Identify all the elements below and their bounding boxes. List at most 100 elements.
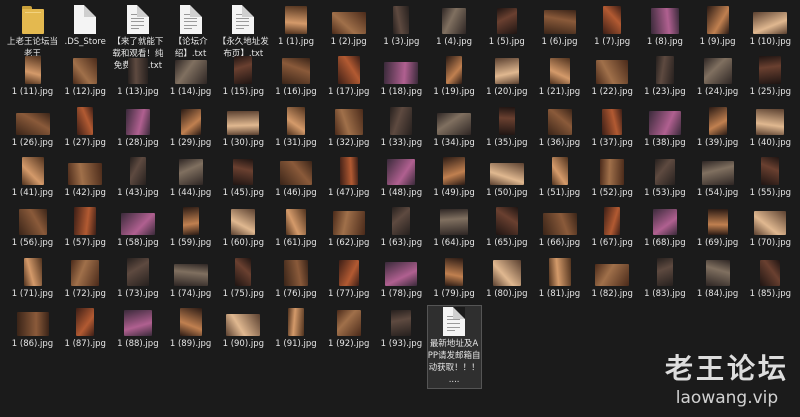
image-file-item[interactable]: 1 (56).jpg bbox=[6, 205, 59, 251]
image-file-item[interactable]: 1 (54).jpg bbox=[691, 155, 744, 201]
image-file-item[interactable]: 1 (53).jpg bbox=[638, 155, 691, 201]
image-file-item[interactable]: 1 (5).jpg bbox=[480, 4, 533, 50]
image-file-item[interactable]: 1 (34).jpg bbox=[428, 105, 481, 151]
image-file-item[interactable]: 1 (90).jpg bbox=[217, 306, 270, 352]
image-file-item[interactable]: 1 (12).jpg bbox=[59, 54, 112, 100]
image-file-item[interactable]: 1 (3).jpg bbox=[375, 4, 428, 50]
image-file-item[interactable]: 1 (36).jpg bbox=[533, 105, 586, 151]
image-file-item[interactable]: 1 (38).jpg bbox=[638, 105, 691, 151]
image-file-item[interactable]: 1 (84).jpg bbox=[691, 256, 744, 302]
image-file-item[interactable]: 1 (10).jpg bbox=[744, 4, 797, 50]
file-item[interactable]: 【来了就能下载和观看！纯免费！】.txt bbox=[111, 4, 164, 71]
image-file-item[interactable]: 1 (16).jpg bbox=[270, 54, 323, 100]
file-name-label: 1 (40).jpg bbox=[749, 137, 791, 148]
image-file-item[interactable]: 1 (88).jpg bbox=[111, 306, 164, 352]
image-file-item[interactable]: 1 (14).jpg bbox=[164, 54, 217, 100]
image-file-item[interactable]: 1 (70).jpg bbox=[744, 205, 797, 251]
image-file-item[interactable]: 1 (69).jpg bbox=[691, 205, 744, 251]
image-file-item[interactable]: 1 (31).jpg bbox=[270, 105, 323, 151]
image-file-item[interactable]: 1 (22).jpg bbox=[586, 54, 639, 100]
image-file-item[interactable]: 1 (33).jpg bbox=[375, 105, 428, 151]
image-file-item[interactable]: 1 (21).jpg bbox=[533, 54, 586, 100]
image-file-item[interactable]: 1 (71).jpg bbox=[6, 256, 59, 302]
image-file-item[interactable]: 1 (32).jpg bbox=[322, 105, 375, 151]
image-file-item[interactable]: 1 (68).jpg bbox=[638, 205, 691, 251]
image-file-item[interactable]: 1 (51).jpg bbox=[533, 155, 586, 201]
image-file-item[interactable]: 1 (82).jpg bbox=[586, 256, 639, 302]
image-file-item[interactable]: 1 (7).jpg bbox=[586, 4, 639, 50]
image-file-item[interactable]: 1 (64).jpg bbox=[428, 205, 481, 251]
image-file-item[interactable]: 1 (46).jpg bbox=[270, 155, 323, 201]
image-file-item[interactable]: 1 (29).jpg bbox=[164, 105, 217, 151]
image-file-item[interactable]: 1 (50).jpg bbox=[480, 155, 533, 201]
image-file-item[interactable]: 1 (1).jpg bbox=[270, 4, 323, 50]
image-file-item[interactable]: 1 (78).jpg bbox=[375, 256, 428, 302]
image-file-item[interactable]: 1 (20).jpg bbox=[480, 54, 533, 100]
image-file-item[interactable]: 1 (79).jpg bbox=[428, 256, 481, 302]
image-file-item[interactable]: 1 (41).jpg bbox=[6, 155, 59, 201]
image-file-item[interactable]: 1 (4).jpg bbox=[428, 4, 481, 50]
image-file-item[interactable]: 1 (87).jpg bbox=[59, 306, 112, 352]
image-file-item[interactable]: 1 (72).jpg bbox=[59, 256, 112, 302]
image-file-item[interactable]: 1 (2).jpg bbox=[322, 4, 375, 50]
image-file-item[interactable]: 1 (45).jpg bbox=[217, 155, 270, 201]
image-file-item[interactable]: 1 (28).jpg bbox=[111, 105, 164, 151]
image-file-item[interactable]: 1 (67).jpg bbox=[586, 205, 639, 251]
image-file-item[interactable]: 1 (8).jpg bbox=[638, 4, 691, 50]
image-file-item[interactable]: 1 (59).jpg bbox=[164, 205, 217, 251]
folder-item[interactable]: 上老王论坛当老王 bbox=[6, 4, 59, 59]
image-file-item[interactable]: 1 (47).jpg bbox=[322, 155, 375, 201]
file-item[interactable]: 【论坛介绍】.txt bbox=[164, 4, 217, 59]
image-file-item[interactable]: 1 (6).jpg bbox=[533, 4, 586, 50]
image-file-item[interactable]: 1 (83).jpg bbox=[638, 256, 691, 302]
image-file-item[interactable]: 1 (15).jpg bbox=[217, 54, 270, 100]
image-file-item[interactable]: 1 (73).jpg bbox=[111, 256, 164, 302]
image-file-item[interactable]: 1 (17).jpg bbox=[322, 54, 375, 100]
image-file-item[interactable]: 1 (37).jpg bbox=[586, 105, 639, 151]
image-file-item[interactable]: 1 (77).jpg bbox=[322, 256, 375, 302]
image-file-item[interactable]: 1 (92).jpg bbox=[322, 306, 375, 352]
image-file-item[interactable]: 1 (58).jpg bbox=[111, 205, 164, 251]
image-file-item[interactable]: 1 (43).jpg bbox=[111, 155, 164, 201]
image-file-item[interactable]: 1 (25).jpg bbox=[744, 54, 797, 100]
image-file-item[interactable]: 1 (44).jpg bbox=[164, 155, 217, 201]
image-file-item[interactable]: 1 (63).jpg bbox=[375, 205, 428, 251]
image-file-item[interactable]: 1 (19).jpg bbox=[428, 54, 481, 100]
image-file-item[interactable]: 1 (40).jpg bbox=[744, 105, 797, 151]
image-file-item[interactable]: 1 (89).jpg bbox=[164, 306, 217, 352]
image-file-item[interactable]: 1 (65).jpg bbox=[480, 205, 533, 251]
image-file-item[interactable]: 1 (60).jpg bbox=[217, 205, 270, 251]
image-file-item[interactable]: 1 (93).jpg bbox=[375, 306, 428, 352]
image-file-item[interactable]: 1 (66).jpg bbox=[533, 205, 586, 251]
image-file-item[interactable]: 1 (86).jpg bbox=[6, 306, 59, 352]
image-file-item[interactable]: 1 (27).jpg bbox=[59, 105, 112, 151]
image-file-item[interactable]: 1 (52).jpg bbox=[586, 155, 639, 201]
image-file-item[interactable]: 1 (85).jpg bbox=[744, 256, 797, 302]
image-file-item[interactable]: 1 (24).jpg bbox=[691, 54, 744, 100]
image-file-item[interactable]: 1 (76).jpg bbox=[270, 256, 323, 302]
image-file-item[interactable]: 1 (42).jpg bbox=[59, 155, 112, 201]
image-file-item[interactable]: 1 (9).jpg bbox=[691, 4, 744, 50]
image-file-item[interactable]: 1 (48).jpg bbox=[375, 155, 428, 201]
image-file-item[interactable]: 1 (81).jpg bbox=[533, 256, 586, 302]
image-file-item[interactable]: 1 (61).jpg bbox=[270, 205, 323, 251]
image-file-item[interactable]: 1 (55).jpg bbox=[744, 155, 797, 201]
image-file-item[interactable]: 1 (80).jpg bbox=[480, 256, 533, 302]
image-file-item[interactable]: 1 (18).jpg bbox=[375, 54, 428, 100]
image-file-item[interactable]: 1 (23).jpg bbox=[638, 54, 691, 100]
image-file-item[interactable]: 1 (62).jpg bbox=[322, 205, 375, 251]
image-file-item[interactable]: 1 (75).jpg bbox=[217, 256, 270, 302]
image-file-item[interactable]: 1 (39).jpg bbox=[691, 105, 744, 151]
file-item[interactable]: 【永久地址发布页】.txt bbox=[217, 4, 270, 59]
image-file-item[interactable]: 1 (91).jpg bbox=[270, 306, 323, 352]
image-file-item[interactable]: 1 (26).jpg bbox=[6, 105, 59, 151]
image-file-item[interactable]: 1 (13).jpg bbox=[111, 54, 164, 100]
image-file-item[interactable]: 1 (74).jpg bbox=[164, 256, 217, 302]
image-file-item[interactable]: 1 (30).jpg bbox=[217, 105, 270, 151]
image-file-item[interactable]: 1 (35).jpg bbox=[480, 105, 533, 151]
file-item[interactable]: .DS_Store bbox=[59, 4, 112, 50]
file-item[interactable]: 最新地址及APP请发邮箱自动获取！！！ .... bbox=[426, 304, 482, 389]
image-file-item[interactable]: 1 (49).jpg bbox=[428, 155, 481, 201]
image-file-item[interactable]: 1 (11).jpg bbox=[6, 54, 59, 100]
image-file-item[interactable]: 1 (57).jpg bbox=[59, 205, 112, 251]
